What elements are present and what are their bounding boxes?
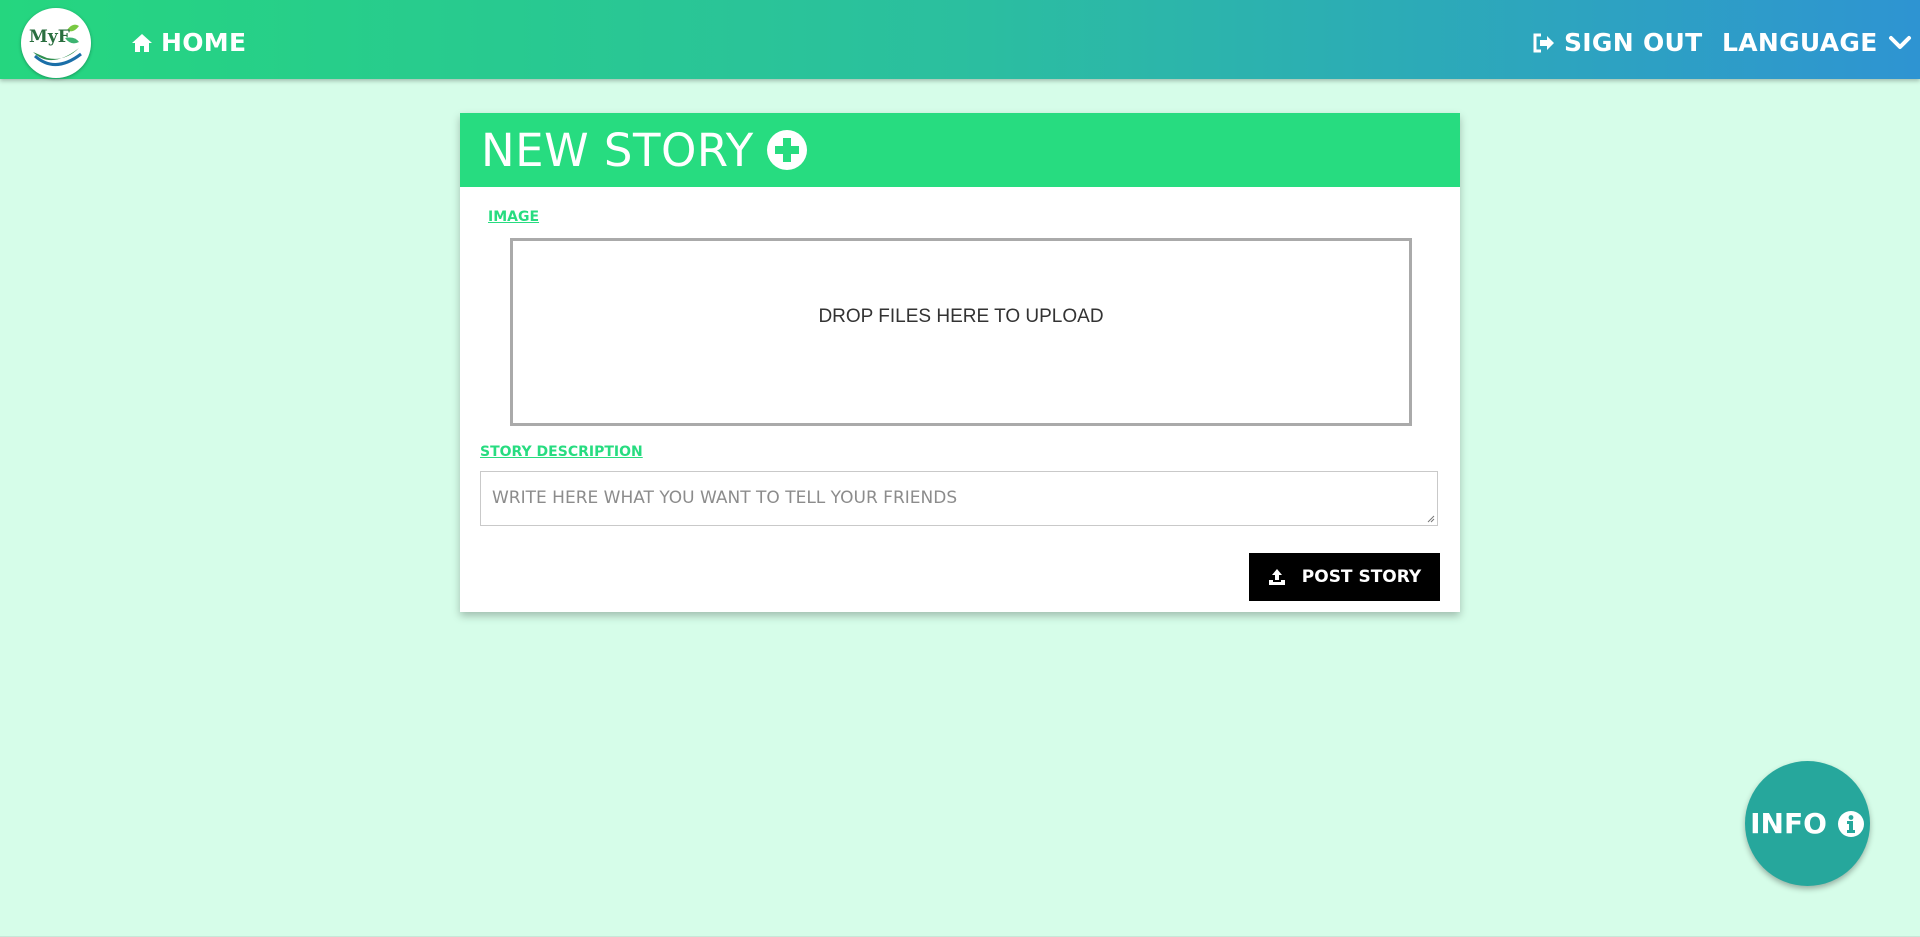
plus-circle-icon[interactable] bbox=[766, 130, 807, 170]
nav-signout-label: SIGN OUT bbox=[1564, 28, 1703, 57]
page-title: NEW STORY bbox=[481, 123, 754, 177]
top-navbar: MyF HOME SIGN OUT LANGUAGE bbox=[0, 0, 1920, 79]
nav-signout-link[interactable]: SIGN OUT bbox=[1532, 0, 1702, 85]
post-story-label: POST STORY bbox=[1301, 567, 1422, 587]
card-header: NEW STORY bbox=[460, 113, 1460, 187]
chevron-down-icon bbox=[1888, 35, 1911, 49]
home-icon bbox=[132, 33, 152, 52]
language-label: LANGUAGE bbox=[1722, 28, 1878, 57]
resize-grip-icon[interactable] bbox=[1427, 515, 1435, 523]
image-label: IMAGE bbox=[488, 209, 540, 225]
logo-text: MyF bbox=[29, 27, 70, 47]
post-story-button[interactable]: POST STORY bbox=[1249, 553, 1440, 601]
story-description-placeholder: WRITE HERE WHAT YOU WANT TO TELL YOUR FR… bbox=[492, 488, 958, 508]
sign-out-icon bbox=[1533, 33, 1554, 52]
dropzone-text: DROP FILES HERE TO UPLOAD bbox=[818, 306, 1104, 327]
info-circle-icon bbox=[1837, 810, 1864, 837]
logo-image: MyF bbox=[29, 24, 82, 66]
story-description-label: STORY DESCRIPTION bbox=[480, 444, 643, 460]
language-dropdown[interactable]: LANGUAGE bbox=[1722, 0, 1912, 85]
info-button[interactable]: INFO bbox=[1745, 761, 1870, 886]
nav-home-link[interactable]: HOME bbox=[131, 0, 246, 85]
nav-home-label: HOME bbox=[161, 28, 247, 57]
new-story-card: NEW STORY IMAGE DROP FILES HERE TO UPLOA… bbox=[460, 113, 1460, 612]
app-logo[interactable]: MyF bbox=[21, 8, 91, 78]
image-dropzone[interactable]: DROP FILES HERE TO UPLOAD bbox=[510, 238, 1412, 426]
info-label: INFO bbox=[1750, 807, 1827, 840]
story-description-input[interactable]: WRITE HERE WHAT YOU WANT TO TELL YOUR FR… bbox=[480, 471, 1438, 526]
upload-icon bbox=[1268, 569, 1285, 585]
